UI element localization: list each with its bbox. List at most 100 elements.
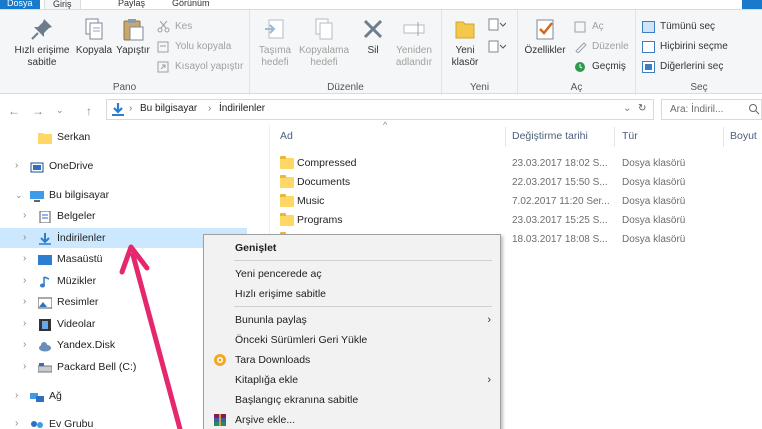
refresh-icon[interactable]: ↻ [638, 103, 646, 114]
breadcrumb-separator-icon[interactable]: › [208, 103, 211, 114]
chevron-right-icon[interactable]: › [23, 314, 26, 334]
ribbon: Hızlı erişime sabitle Kopyala Yapıştır K… [0, 9, 762, 95]
chevron-right-icon[interactable]: › [23, 271, 26, 291]
rename-icon [401, 16, 427, 42]
move-to-icon [262, 16, 288, 42]
address-row: ← → ⌄ ↑ › Bu bilgisayar › İndirilenler ⌄… [0, 95, 762, 125]
search-icon [748, 103, 760, 115]
move-to-button[interactable]: Taşıma hedefi [252, 16, 298, 69]
chevron-right-icon[interactable]: › [15, 156, 18, 176]
sort-up-icon: ^ [383, 120, 388, 130]
recent-chevron-icon[interactable]: ⌄ [56, 105, 64, 116]
copy-path-label: Yolu kopyala [175, 41, 232, 52]
menu-item-pin-quick-access[interactable]: Hızlı erişime sabitle [204, 284, 500, 304]
nav-label: Ağ [49, 390, 62, 402]
history-button[interactable]: Geçmiş [574, 59, 626, 75]
file-date: 23.03.2017 15:25 S... [512, 215, 608, 226]
nav-item-documents[interactable]: › Belgeler [0, 206, 247, 226]
rename-button[interactable]: Yeniden adlandır [390, 16, 438, 69]
scissors-icon [157, 20, 170, 33]
delete-button[interactable]: Sil [358, 16, 388, 57]
file-row[interactable]: Compressed 23.03.2017 18:02 S... Dosya k… [275, 154, 762, 173]
edit-button[interactable]: Düzenle [574, 39, 629, 55]
menu-separator [234, 260, 492, 261]
menu-item-open-new-window[interactable]: Yeni pencerede aç [204, 264, 500, 284]
select-all-button[interactable]: Tümünü seç [642, 19, 715, 35]
invert-selection-button[interactable]: Diğerlerini seç [642, 59, 723, 75]
search-box[interactable]: Ara: İndiril... [661, 99, 762, 120]
column-header-name[interactable]: Ad [280, 130, 293, 142]
chevron-right-icon[interactable]: › [15, 414, 18, 429]
back-arrow-icon[interactable]: ← [8, 104, 20, 118]
chevron-right-icon[interactable]: › [23, 249, 26, 269]
new-item-icon[interactable] [488, 18, 507, 32]
select-all-label: Tümünü seç [660, 21, 716, 32]
nav-item-onedrive[interactable]: › OneDrive [0, 156, 247, 176]
nav-label: OneDrive [49, 160, 94, 172]
properties-label: Özellikler [524, 45, 566, 56]
menu-item-label: Genişlet [235, 242, 277, 254]
group-label-select: Seç [690, 82, 708, 93]
copy-to-button[interactable]: Kopyalama hedefi [298, 16, 350, 69]
menu-item-add-to-library[interactable]: Kitaplığa ekle › [204, 370, 500, 390]
column-header-size[interactable]: Boyut [730, 130, 757, 142]
menu-item-share-with[interactable]: Bununla paylaş › [204, 310, 500, 330]
chevron-right-icon[interactable]: › [23, 292, 26, 312]
chevron-right-icon[interactable]: › [23, 228, 26, 248]
up-arrow-icon[interactable]: ↑ [86, 104, 92, 118]
column-separator[interactable] [505, 127, 506, 147]
chevron-right-icon[interactable]: › [15, 386, 18, 406]
videos-icon [38, 318, 52, 331]
menu-item-pin-start[interactable]: Başlangıç ekranına sabitle [204, 390, 500, 410]
drive-icon [37, 361, 53, 373]
breadcrumb-this-pc[interactable]: Bu bilgisayar [140, 103, 197, 114]
column-header-type[interactable]: Tür [622, 130, 638, 142]
address-bar[interactable]: › Bu bilgisayar › İndirilenler ⌄ ↻ [106, 99, 654, 120]
column-separator[interactable] [723, 127, 724, 147]
file-row[interactable]: Programs 23.03.2017 15:25 S... Dosya kla… [275, 211, 762, 230]
open-button[interactable]: Aç [574, 19, 604, 35]
breadcrumb-downloads[interactable]: İndirilenler [219, 103, 265, 114]
address-dropdown-icon[interactable]: ⌄ [623, 103, 631, 114]
column-separator[interactable] [614, 127, 615, 147]
new-folder-icon [452, 16, 478, 42]
new-folder-label: Yeni klasör [451, 45, 479, 68]
menu-item-expand[interactable]: Genişlet [204, 238, 500, 258]
new-folder-button[interactable]: Yeni klasör [447, 16, 483, 69]
context-menu: Genişlet Yeni pencerede aç Hızlı erişime… [203, 234, 501, 429]
file-row[interactable]: Documents 22.03.2017 15:50 S... Dosya kl… [275, 173, 762, 192]
breadcrumb-separator-icon[interactable]: › [129, 103, 132, 114]
nav-item-this-pc[interactable]: ⌄ Bu bilgisayar [0, 185, 247, 205]
menu-item-restore-versions[interactable]: Önceki Sürümleri Geri Yükle [204, 330, 500, 350]
file-row[interactable]: Music 7.02.2017 11:20 Ser... Dosya klasö… [275, 192, 762, 211]
paste-shortcut-button[interactable]: Kısayol yapıştır [157, 59, 243, 75]
file-type: Dosya klasörü [622, 196, 686, 207]
copy-path-button[interactable]: Yolu kopyala [157, 39, 231, 55]
pin-quick-access-button[interactable]: Hızlı erişime sabitle [10, 16, 74, 69]
nav-label: İndirilenler [57, 232, 106, 244]
menu-item-add-to-archive[interactable]: Arşive ekle... [204, 410, 500, 429]
menu-item-label: Arşive ekle... [235, 414, 296, 426]
easy-access-icon[interactable] [488, 40, 507, 54]
chevron-right-icon[interactable]: › [23, 357, 26, 377]
nav-label: Videolar [57, 318, 96, 330]
forward-arrow-icon[interactable]: → [32, 104, 44, 118]
desktop-icon [38, 253, 52, 265]
file-type: Dosya klasörü [622, 234, 686, 245]
homegroup-icon [30, 418, 44, 429]
chevron-down-icon[interactable]: ⌄ [15, 185, 23, 205]
copy-button[interactable]: Kopyala [74, 16, 114, 57]
nav-item-serkan[interactable]: Serkan [0, 127, 247, 147]
nav-label: Belgeler [57, 210, 96, 222]
group-clipboard: Hızlı erişime sabitle Kopyala Yapıştır K… [0, 10, 250, 95]
cut-button[interactable]: Kes [157, 19, 192, 35]
properties-button[interactable]: Özellikler [522, 16, 568, 57]
edit-icon [574, 41, 587, 54]
chevron-right-icon[interactable]: › [23, 335, 26, 355]
paste-button[interactable]: Yapıştır [114, 16, 152, 57]
menu-item-scan-downloads[interactable]: Tara Downloads [204, 350, 500, 370]
move-to-label: Taşıma hedefi [258, 45, 292, 68]
chevron-right-icon[interactable]: › [23, 206, 26, 226]
column-header-date[interactable]: Değiştirme tarihi [512, 130, 588, 142]
select-none-button[interactable]: Hiçbirini seçme [642, 39, 728, 55]
